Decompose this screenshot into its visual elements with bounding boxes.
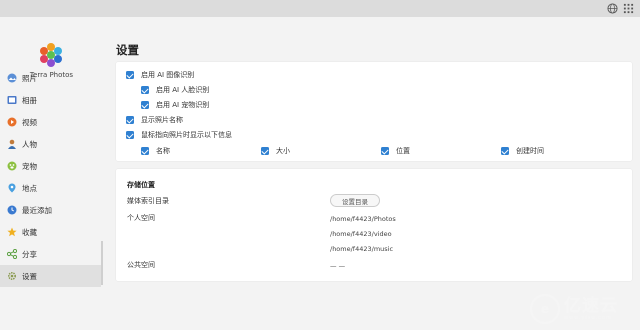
hover-info-checkbox[interactable]: 鼠标指向照片时显示以下信息: [126, 130, 232, 140]
checkbox-checked-icon[interactable]: [141, 147, 149, 155]
checkbox-checked-icon[interactable]: [261, 147, 269, 155]
sidebar-item-people[interactable]: 人物: [0, 134, 101, 154]
checkbox-checked-icon[interactable]: [381, 147, 389, 155]
sidebar-scrollbar[interactable]: [101, 241, 103, 285]
personal-path: /home/f4423/music: [330, 245, 394, 253]
personal-path: /home/f4423/Photos: [330, 215, 396, 223]
app-logo-icon: [40, 43, 62, 67]
watermark-main-text: 亿速云: [564, 296, 618, 316]
sidebar-item-label: 照片: [22, 73, 37, 83]
set-directory-button[interactable]: 设置目录: [330, 194, 380, 207]
watermark-sub-text: www.yisu.com: [564, 315, 612, 321]
sidebar-item-share[interactable]: 分享: [0, 244, 101, 264]
storage-card: [116, 169, 632, 281]
album-icon: [7, 96, 17, 104]
watermark: e 亿速云 www.yisu.com: [530, 294, 618, 324]
pet-recognition-checkbox[interactable]: 启用 AI 宠物识别: [141, 100, 209, 110]
field-size-checkbox[interactable]: 大小: [261, 146, 290, 156]
sidebar-item-label: 相册: [22, 95, 37, 105]
sidebar-item-albums[interactable]: 相册: [0, 90, 101, 110]
sidebar-item-label: 人物: [22, 139, 37, 149]
sidebar-item-videos[interactable]: 视频: [0, 112, 101, 132]
media-index-label: 媒体索引目录: [127, 197, 169, 205]
people-icon: [8, 139, 16, 149]
photo-icon: [7, 73, 17, 83]
checkbox-checked-icon[interactable]: [141, 101, 149, 109]
star-icon: [7, 227, 17, 237]
globe-icon[interactable]: [607, 3, 618, 14]
apps-grid-icon[interactable]: [623, 3, 634, 14]
watermark-logo-icon: e: [530, 294, 560, 324]
field-created-time-checkbox[interactable]: 创建时间: [501, 146, 544, 156]
checkbox-checked-icon[interactable]: [126, 116, 134, 124]
checkbox-checked-icon[interactable]: [126, 71, 134, 79]
face-recognition-checkbox[interactable]: 启用 AI 人脸识别: [141, 85, 209, 95]
public-space-value: — —: [330, 262, 346, 270]
top-bar: [0, 0, 640, 17]
sidebar-item-label: 收藏: [22, 227, 37, 237]
public-space-label: 公共空间: [127, 261, 155, 269]
share-icon: [7, 249, 17, 259]
sidebar-item-favorites[interactable]: 收藏: [0, 222, 101, 242]
sidebar: Terra Photos 照片 相册 视频 人物 宠物 地点 最近添加 收藏 分…: [0, 17, 103, 330]
video-icon: [7, 117, 17, 127]
sidebar-item-recent[interactable]: 最近添加: [0, 200, 101, 220]
sidebar-item-label: 设置: [22, 271, 37, 281]
field-location-checkbox[interactable]: 位置: [381, 146, 410, 156]
sidebar-item-label: 视频: [22, 117, 37, 127]
pet-icon: [7, 161, 17, 171]
settings-icon: [7, 271, 17, 281]
recent-icon: [7, 205, 17, 215]
sidebar-item-photos[interactable]: 照片: [0, 68, 101, 88]
location-icon: [8, 183, 16, 193]
sidebar-item-settings[interactable]: 设置: [0, 265, 101, 287]
checkbox-checked-icon[interactable]: [126, 131, 134, 139]
sidebar-item-pets[interactable]: 宠物: [0, 156, 101, 176]
field-name-checkbox[interactable]: 名称: [141, 146, 170, 156]
show-name-checkbox[interactable]: 显示照片名称: [126, 115, 183, 125]
page-title: 设置: [116, 43, 139, 57]
storage-section-title: 存储位置: [127, 181, 155, 189]
checkbox-checked-icon[interactable]: [501, 147, 509, 155]
checkbox-checked-icon[interactable]: [141, 86, 149, 94]
sidebar-item-label: 分享: [22, 249, 37, 259]
enable-ai-checkbox[interactable]: 启用 AI 图像识别: [126, 70, 194, 80]
sidebar-item-label: 宠物: [22, 161, 37, 171]
personal-path: /home/f4423/video: [330, 230, 392, 238]
sidebar-item-label: 最近添加: [22, 205, 52, 215]
personal-space-label: 个人空间: [127, 214, 155, 222]
sidebar-item-places[interactable]: 地点: [0, 178, 101, 198]
sidebar-item-label: 地点: [22, 183, 37, 193]
